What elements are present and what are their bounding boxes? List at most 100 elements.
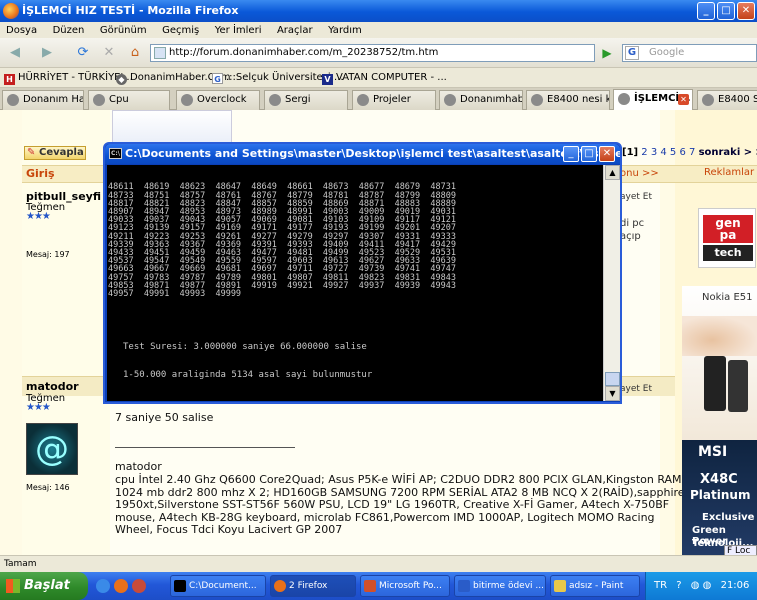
next-topic-link[interactable]: onu >> — [620, 168, 659, 179]
bookmark-hurriyet[interactable]: H HÜRRİYET - TÜRKİYE'... — [4, 68, 133, 88]
tab-sergi[interactable]: Sergi — [264, 90, 348, 110]
tab-close-icon[interactable]: ✕ — [678, 94, 689, 105]
post-text-fragment: di pc — [620, 218, 645, 229]
scroll-up-icon[interactable]: ▲ — [605, 165, 620, 180]
tab-overclock[interactable]: Overclock — [176, 90, 260, 110]
signature-line: Wheel, Focus Tdci Koyu Lacivert GP 2007 — [115, 523, 343, 536]
stop-button[interactable]: ✕ — [98, 42, 120, 64]
search-input[interactable]: G Google — [622, 44, 757, 62]
task-console[interactable]: C:\Document... — [170, 575, 266, 597]
tab-islemci-active[interactable]: İŞLEMCİ... ✕ — [613, 89, 693, 110]
task-paint[interactable]: adsız - Paint — [550, 575, 640, 597]
tab-label: Donanımhab... — [460, 94, 522, 105]
console-minimize-button[interactable]: _ — [563, 146, 579, 162]
window-title: İŞLEMCİ HIZ TESTİ - Mozilla Firefox — [22, 4, 239, 17]
tab-e8400-sic[interactable]: E8400 SIC — [697, 90, 757, 110]
msi-ad[interactable]: MSI X48C Platinum Exclusive Green Power … — [682, 440, 757, 555]
menu-gecmis[interactable]: Geçmiş — [156, 23, 205, 39]
status-bar: Tamam — [0, 555, 757, 572]
task-label: adsız - Paint — [569, 581, 624, 591]
menu-yer-imleri[interactable]: Yer İmleri — [209, 23, 268, 39]
media-icon[interactable] — [132, 579, 146, 593]
result-text: 1-50.000 araliginda 5134 asal sayi bulun… — [123, 370, 373, 380]
floating-ad-tab[interactable]: F Loc — [724, 545, 757, 555]
forward-button[interactable]: ▶ — [36, 42, 58, 64]
close-button[interactable]: ✕ — [737, 2, 755, 20]
console-icon — [174, 580, 186, 592]
report-link[interactable]: ayet Et — [620, 192, 652, 202]
avatar[interactable]: @ — [26, 423, 78, 475]
hurriyet-icon: H — [4, 74, 15, 85]
report-link[interactable]: ayet Et — [620, 384, 652, 394]
page-next-link[interactable]: sonraki > — [699, 147, 753, 158]
scroll-down-icon[interactable]: ▼ — [605, 386, 620, 401]
console-title-bar[interactable]: C:\ C:\Documents and Settings\master\Des… — [105, 144, 620, 164]
ad-text: Nokia E51 — [702, 292, 753, 303]
task-label: C:\Document... — [189, 581, 257, 591]
menu-gorunum[interactable]: Görünüm — [94, 23, 153, 39]
system-tray: TR ? ◍ ◍ 21:06 — [645, 572, 757, 600]
console-line: 49957 49991 49993 49999 — [108, 289, 242, 300]
tab-label: Projeler — [373, 94, 411, 105]
page-current[interactable]: [1] — [622, 147, 638, 158]
menu-yardim[interactable]: Yardım — [322, 23, 368, 39]
task-label: bitirme ödevi ... — [473, 581, 544, 591]
menu-duzen[interactable]: Düzen — [47, 23, 91, 39]
console-close-button[interactable]: ✕ — [599, 146, 615, 162]
donanimhaber-icon: ◆ — [116, 74, 127, 85]
bookmark-vatan[interactable]: V VATAN COMPUTER - ... — [322, 68, 447, 88]
top-banner-ad[interactable] — [112, 110, 232, 146]
post-author-2[interactable]: matodor — [26, 380, 79, 393]
language-indicator[interactable]: TR — [654, 580, 667, 591]
console-maximize-button[interactable]: □ — [581, 146, 597, 162]
tab-donanimhab[interactable]: Donanımhab... — [439, 90, 523, 110]
maximize-button[interactable]: □ — [717, 2, 735, 20]
tab-label: Cpu — [109, 94, 129, 105]
ad-text: pa — [719, 228, 737, 242]
minimize-button[interactable]: _ — [697, 2, 715, 20]
tab-icon — [531, 94, 543, 106]
start-button[interactable]: Başlat — [0, 572, 88, 600]
search-placeholder: Google — [649, 47, 685, 58]
tab-label: Overclock — [197, 94, 247, 105]
navigation-toolbar: ◀ ▶ ⟳ ✕ ⌂ http://forum.donanimhaber.com/… — [0, 38, 757, 68]
task-word[interactable]: bitirme ödevi ... — [454, 575, 546, 597]
login-link[interactable]: Giriş — [26, 167, 55, 180]
nokia-ad[interactable]: Nokia E51 — [682, 286, 757, 441]
home-button[interactable]: ⌂ — [124, 42, 146, 64]
menu-dosya[interactable]: Dosya — [0, 23, 43, 39]
post-text-fragment: açıp — [620, 231, 641, 242]
page-icon — [154, 47, 166, 59]
firefox-quicklaunch-icon[interactable] — [114, 579, 128, 593]
tab-icon — [181, 94, 193, 106]
tab-donanim-haber[interactable]: Donanım Ha... — [2, 90, 84, 110]
console-scrollbar[interactable]: ▲ ▼ — [603, 165, 620, 401]
tab-projeler[interactable]: Projeler — [352, 90, 436, 110]
screen: İŞLEMCİ HIZ TESTİ - Mozilla Firefox _ □ … — [0, 0, 757, 600]
console-icon: C:\ — [109, 148, 122, 159]
firefox-icon — [3, 3, 19, 19]
tab-label: Sergi — [285, 94, 311, 105]
phone-image — [704, 356, 726, 411]
tab-e8400[interactable]: E8400 nesi k... — [526, 90, 610, 110]
task-label: Microsoft Po... — [379, 581, 442, 591]
url-bar[interactable]: http://forum.donanimhaber.com/m_20238752… — [150, 44, 595, 62]
page-links[interactable]: 2 3 4 5 6 7 — [641, 147, 695, 158]
firefox-icon — [274, 580, 286, 592]
task-firefox[interactable]: 2 Firefox — [270, 575, 356, 597]
help-icon[interactable]: ? — [676, 580, 681, 591]
ie-icon[interactable] — [96, 579, 110, 593]
task-powerpoint[interactable]: Microsoft Po... — [360, 575, 450, 597]
genpa-ad[interactable]: gen pa tech — [698, 208, 756, 268]
tray-icons[interactable]: ◍ ◍ — [691, 580, 712, 591]
menu-araclar[interactable]: Araçlar — [271, 23, 319, 39]
start-label: Başlat — [24, 578, 70, 593]
back-button[interactable]: ◀ — [4, 42, 26, 64]
ads-heading: Reklamlar — [704, 167, 755, 178]
go-icon[interactable]: ▶ — [598, 44, 616, 62]
tab-cpu[interactable]: Cpu — [88, 90, 170, 110]
reload-button[interactable]: ⟳ — [72, 42, 94, 64]
reply-button[interactable]: Cevapla — [24, 146, 86, 160]
console-window[interactable]: C:\ C:\Documents and Settings\master\Des… — [103, 142, 622, 404]
scroll-thumb[interactable] — [605, 372, 620, 386]
